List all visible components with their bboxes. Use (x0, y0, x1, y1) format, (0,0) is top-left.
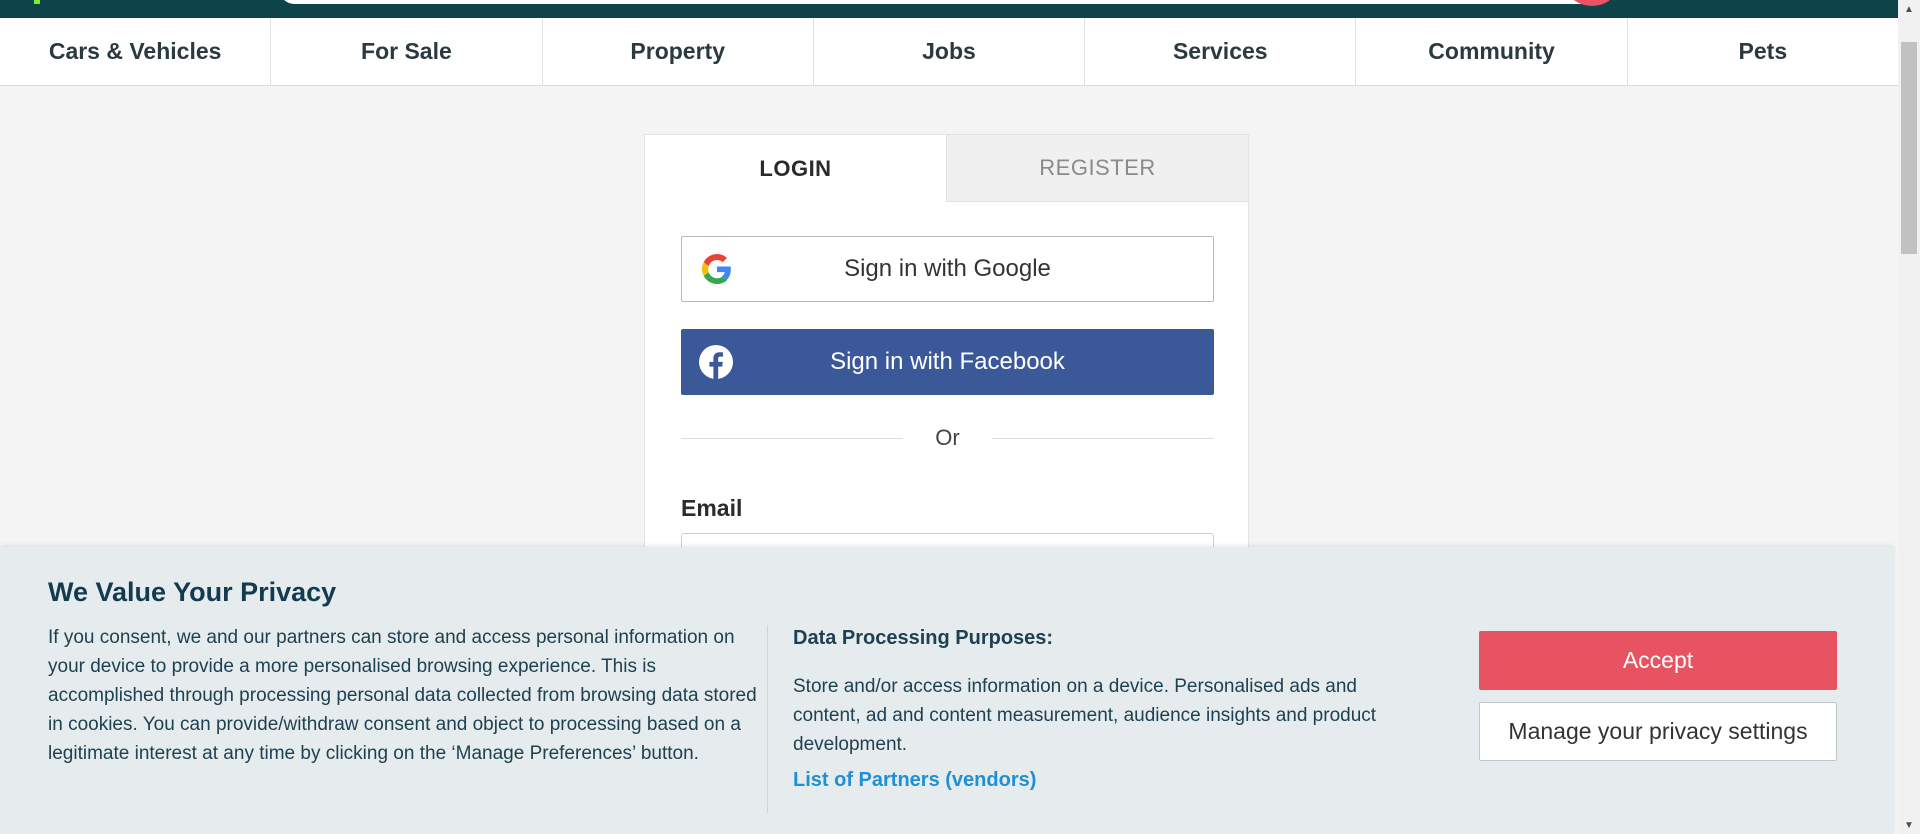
tab-login[interactable]: LOGIN (645, 135, 946, 202)
nav-item-property[interactable]: Property (543, 18, 814, 85)
google-icon (700, 252, 734, 286)
facebook-signin-button[interactable]: Sign in with Facebook (681, 329, 1214, 395)
or-divider: Or (681, 423, 1215, 453)
scrollbar-thumb[interactable] (1901, 42, 1917, 254)
purposes-text: Store and/or access information on a dev… (793, 676, 1377, 755)
nav-item-cars-vehicles[interactable]: Cars & Vehicles (0, 18, 272, 85)
page-scrollbar[interactable]: ▲ ▼ (1898, 0, 1920, 834)
nav-item-pets[interactable]: Pets (1628, 18, 1898, 85)
logo[interactable] (34, 0, 40, 4)
tab-register[interactable]: REGISTER (946, 135, 1248, 202)
scroll-up-icon[interactable]: ▲ (1898, 0, 1920, 18)
google-signin-label: Sign in with Google (844, 255, 1051, 282)
manage-privacy-button[interactable]: Manage your privacy settings (1479, 702, 1837, 761)
purposes-heading: Data Processing Purposes: (793, 627, 1054, 649)
facebook-signin-label: Sign in with Facebook (830, 348, 1065, 375)
google-signin-button[interactable]: Sign in with Google (681, 236, 1214, 302)
category-nav: Cars & Vehicles For Sale Property Jobs S… (0, 18, 1898, 86)
auth-tabs: LOGIN REGISTER (645, 135, 1248, 202)
privacy-title: We Value Your Privacy (48, 577, 337, 607)
search-input[interactable] (280, 0, 1600, 4)
divider-line (681, 437, 904, 439)
privacy-divider (767, 625, 768, 813)
scroll-down-icon[interactable]: ▼ (1898, 816, 1920, 834)
facebook-icon (699, 345, 733, 379)
partners-link[interactable]: List of Partners (vendors) (793, 769, 1036, 792)
privacy-banner: We Value Your Privacy If you consent, we… (0, 547, 1894, 834)
nav-item-services[interactable]: Services (1085, 18, 1357, 85)
nav-item-for-sale[interactable]: For Sale (271, 18, 543, 85)
email-label: Email (681, 495, 743, 521)
nav-item-community[interactable]: Community (1356, 18, 1628, 85)
or-text: Or (935, 425, 960, 450)
site-header (0, 0, 1898, 18)
nav-item-jobs[interactable]: Jobs (814, 18, 1086, 85)
divider-line (991, 437, 1215, 439)
privacy-consent-text: If you consent, we and our partners can … (48, 627, 757, 764)
accept-button[interactable]: Accept (1479, 631, 1837, 690)
